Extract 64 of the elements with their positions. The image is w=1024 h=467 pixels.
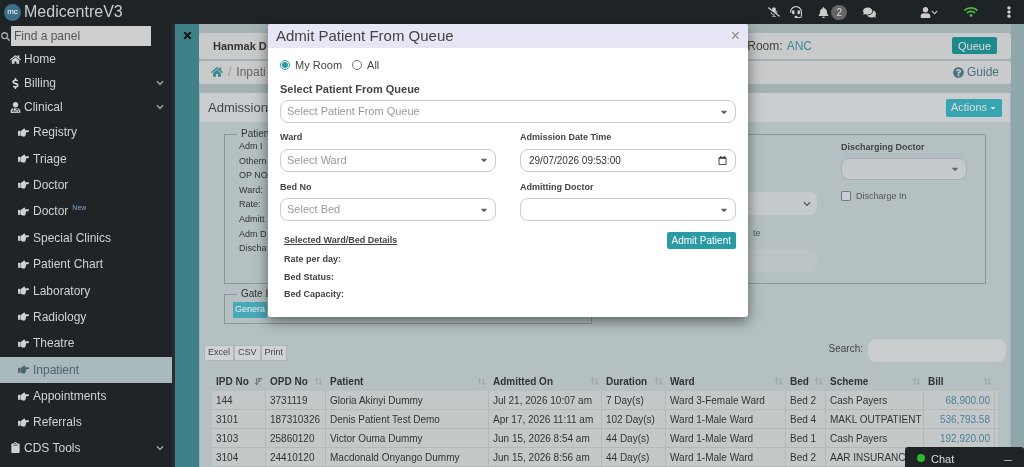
table-cell-text: 3731119 xyxy=(270,393,308,408)
detail-label: Rate per day: xyxy=(283,253,343,266)
field-label: OP NO: xyxy=(239,169,271,183)
table-cell-text: 44 Day(s) xyxy=(606,450,650,465)
notification-badge: 2 xyxy=(831,4,847,20)
table-cell-text: Ward 1-Male Ward xyxy=(670,431,754,446)
logo: mc xyxy=(4,3,21,21)
field-label: Adm I xyxy=(239,140,263,153)
chat-label: Chat xyxy=(931,452,956,467)
table-cell-text: Apr 17, 2026 11:11 am xyxy=(493,412,594,427)
table-cell-text: Jul 21, 2026 10:07 am xyxy=(493,393,592,408)
panel-title: Admission xyxy=(208,98,268,117)
field-label: Ward: xyxy=(239,183,263,197)
breadcrumb-separator: / xyxy=(228,64,232,82)
field-label: Othern xyxy=(239,154,267,168)
table-cell-text: 3101 xyxy=(216,412,239,427)
field-label: Admitt xyxy=(239,212,265,226)
search-label: Search: xyxy=(828,342,863,356)
field-label: Bed No xyxy=(280,180,313,194)
checkbox-label: Discharge In xyxy=(856,189,907,203)
table-cell-text: Jun 15, 2026 8:54 am xyxy=(493,431,590,446)
table-cell-text: 144 xyxy=(216,393,233,408)
field-label: Admission Date Time xyxy=(520,131,613,144)
table-cell-text: Bed 2 xyxy=(790,450,817,465)
table-cell-text: Victor Ouma Dummy xyxy=(330,431,423,446)
modal-title: Admit Patient From Queue xyxy=(276,25,455,46)
field-label: te xyxy=(753,227,761,240)
field-label: Discharging Doctor xyxy=(841,141,926,154)
table-cell-text: Macdonald Onyango Dummy xyxy=(330,450,460,465)
table-cell-text: MAKL OUTPATIENT xyxy=(830,412,922,427)
field-label: Rate: xyxy=(239,198,261,212)
details-heading: Selected Ward/Bed Details xyxy=(284,233,399,247)
table-cell-text: 3104 xyxy=(216,450,239,465)
field-label: Adm D xyxy=(239,227,267,241)
table-cell-text: 102 Day(s) xyxy=(606,412,655,427)
table-cell-text: 7 Day(s) xyxy=(606,393,644,408)
field-label: Ward xyxy=(280,131,304,144)
detail-label: Bed Status: xyxy=(283,270,335,284)
table-cell-text: Ward 1-Male Ward xyxy=(670,450,754,465)
table-cell-text: Ward 1-Male Ward xyxy=(670,412,754,427)
radio-label: All xyxy=(367,58,380,73)
field-label: Discha xyxy=(239,242,267,256)
field-label: Select Patient From Queue xyxy=(280,81,421,97)
hospital-name: Hanmak D xyxy=(213,38,267,54)
table-cell-text: 187310326 xyxy=(270,412,321,427)
table-cell-text: Cash Payers xyxy=(830,431,888,446)
app-title: MedicentreV3 xyxy=(24,2,123,22)
table-cell-text: AAR INSURANC xyxy=(830,450,906,465)
detail-label: Bed Capacity: xyxy=(283,288,346,301)
table-cell-text: Ward 3-Female Ward xyxy=(670,393,765,408)
table-cell-text: 24410120 xyxy=(270,450,315,465)
table-cell-text: 3103 xyxy=(216,431,239,446)
table-cell-text: Bed 1 xyxy=(790,431,817,446)
table-cell-text: Jun 15, 2026 8:56 am xyxy=(493,450,590,465)
table-cell-text: Bed 4 xyxy=(790,412,817,427)
table-cell-text: Denis Patient Test Demo xyxy=(330,412,440,427)
radio-label: My Room xyxy=(295,58,343,73)
table-cell-text: Cash Payers xyxy=(830,393,888,408)
table-cell-text: 25860120 xyxy=(270,431,315,446)
field-label: Admitting Doctor xyxy=(520,180,595,194)
table-cell-text: Bed 2 xyxy=(790,393,817,408)
room-label: Room: xyxy=(747,37,783,55)
table-cell-text: Gloria Akinyi Dummy xyxy=(330,393,423,408)
table-cell-text: 44 Day(s) xyxy=(606,431,650,446)
